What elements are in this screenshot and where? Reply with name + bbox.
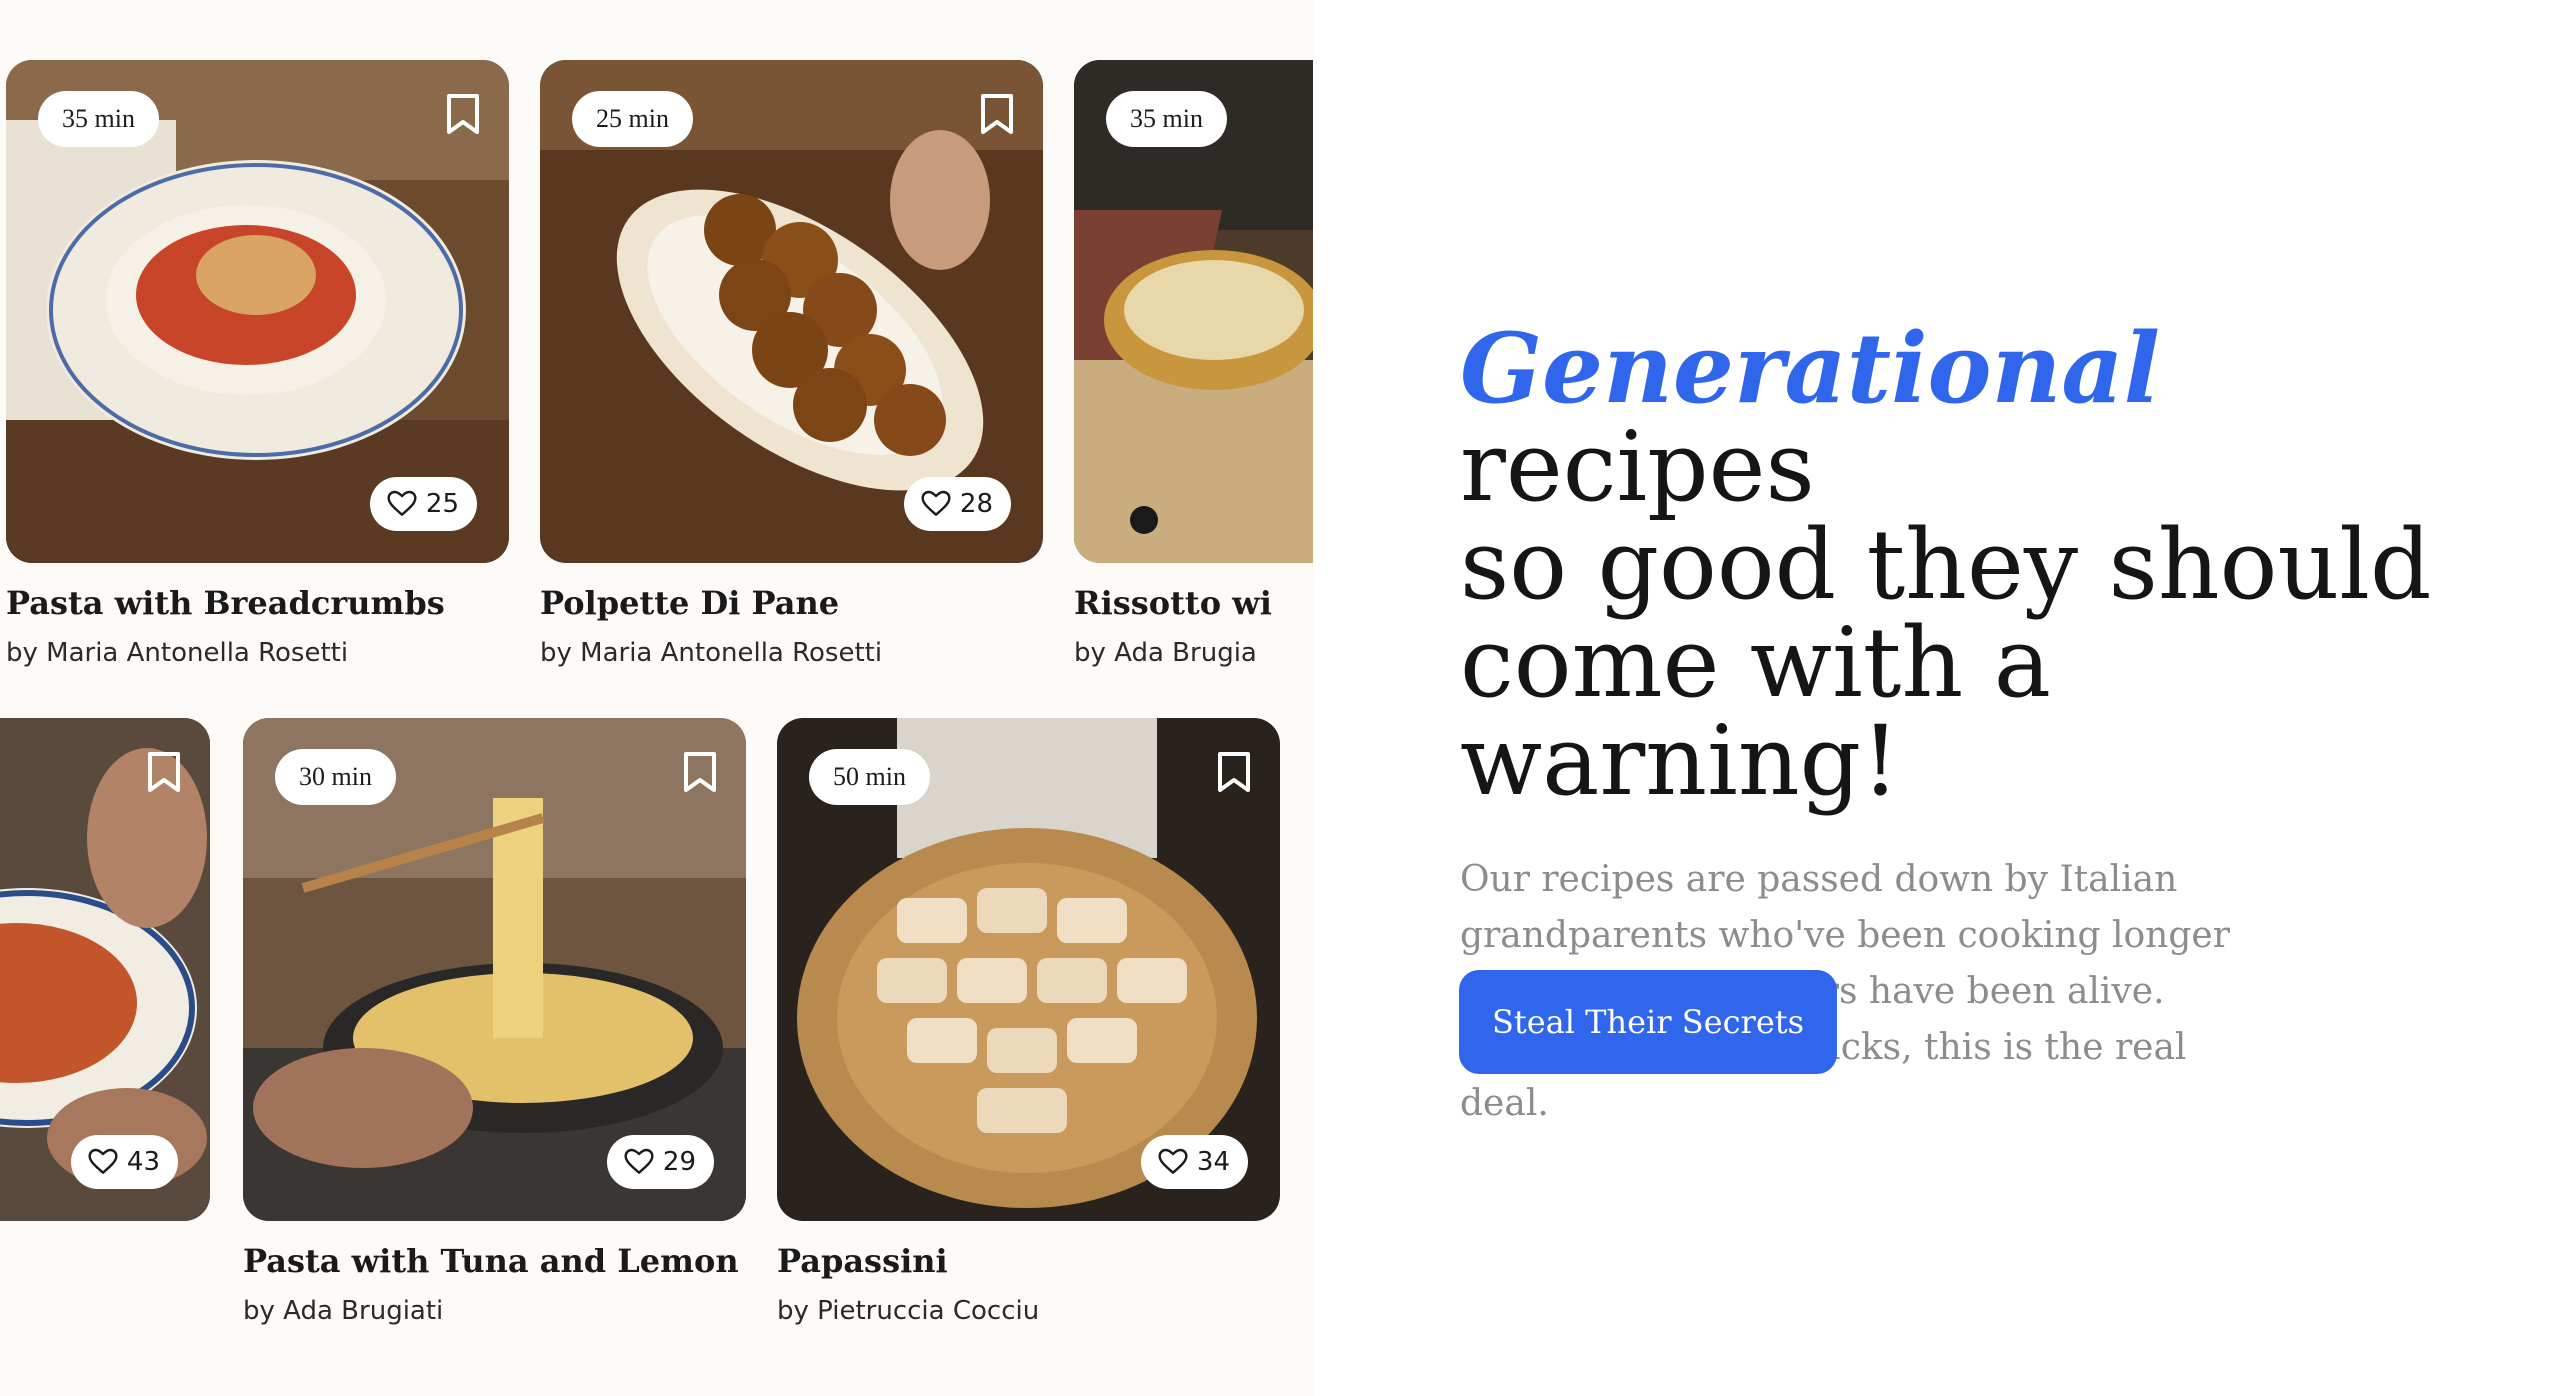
likes-count: 29 xyxy=(662,1147,696,1177)
hero-headline: Generational recipes so good they should… xyxy=(1460,320,2460,811)
likes-count: 43 xyxy=(126,1147,160,1177)
recipe-author: by Ada Brugia xyxy=(1074,638,1257,668)
likes-button[interactable]: 28 xyxy=(903,477,1011,531)
recipe-title[interactable]: Pasta with Breadcrumbs xyxy=(6,584,445,622)
cook-time-badge: 25 min xyxy=(572,91,693,147)
recipe-title[interactable]: Polpette Di Pane xyxy=(540,584,839,622)
heart-icon xyxy=(921,490,951,516)
recipe-photo[interactable]: 50 min 34 xyxy=(777,718,1280,1221)
recipe-card[interactable]: 35 min Rissotto wi by Ada Brugia xyxy=(1074,60,1313,668)
bookmark-icon[interactable] xyxy=(1214,748,1254,796)
heart-icon xyxy=(624,1148,654,1174)
bookmark-icon[interactable] xyxy=(144,748,184,796)
cook-time-badge: 35 min xyxy=(38,91,159,147)
recipe-title[interactable]: Papassini xyxy=(777,1242,948,1280)
heart-icon xyxy=(88,1148,118,1174)
recipe-photo[interactable]: 30 min 29 xyxy=(243,718,746,1221)
recipe-author: by Maria Antonella Rosetti xyxy=(540,638,883,668)
headline-line3: come with a warning! xyxy=(1460,607,2051,817)
cook-time-badge: 35 min xyxy=(1106,91,1227,147)
recipe-title[interactable]: Pasta with Tuna and Lemon xyxy=(243,1242,739,1280)
steal-secrets-button[interactable]: Steal Their Secrets xyxy=(1459,970,1837,1074)
recipe-photo[interactable]: 35 min xyxy=(1074,60,1313,563)
recipe-card[interactable]: 35 min 25 Pasta with Breadcrumbs by Mari… xyxy=(6,60,509,668)
likes-count: 25 xyxy=(425,489,459,519)
recipe-photo[interactable]: 25 min 28 xyxy=(540,60,1043,563)
recipe-card[interactable]: 43 ciana xyxy=(0,718,210,1221)
recipe-gallery: 35 min 25 Pasta with Breadcrumbs by Mari… xyxy=(0,0,1313,1396)
recipe-author: by Pietruccia Cocciu xyxy=(777,1296,1040,1326)
cook-time-badge: 50 min xyxy=(809,749,930,805)
recipe-photo[interactable]: 35 min 25 xyxy=(6,60,509,563)
heart-icon xyxy=(387,490,417,516)
likes-count: 28 xyxy=(959,489,993,519)
recipe-photo[interactable]: 43 xyxy=(0,718,210,1221)
bookmark-icon[interactable] xyxy=(977,90,1017,138)
recipe-card[interactable]: 50 min 34 Papassini by Pietruccia Cocciu xyxy=(777,718,1280,1326)
likes-button[interactable]: 43 xyxy=(70,1135,178,1189)
recipe-title[interactable]: Rissotto wi xyxy=(1074,584,1272,622)
recipe-author: by Maria Antonella Rosetti xyxy=(6,638,349,668)
likes-button[interactable]: 29 xyxy=(606,1135,714,1189)
likes-button[interactable]: 34 xyxy=(1140,1135,1248,1189)
headline-accent: Generational xyxy=(1460,312,2161,425)
recipe-author: by Ada Brugiati xyxy=(243,1296,444,1326)
headline-line1-rest: recipes xyxy=(1460,411,1815,523)
recipe-card[interactable]: 30 min 29 Pasta with Tuna and Lemon by A… xyxy=(243,718,746,1326)
likes-button[interactable]: 25 xyxy=(369,477,477,531)
cook-time-badge: 30 min xyxy=(275,749,396,805)
heart-icon xyxy=(1158,1148,1188,1174)
bookmark-icon[interactable] xyxy=(680,748,720,796)
headline-line2: so good they should xyxy=(1460,509,2432,621)
recipe-card[interactable]: 25 min 28 Polpette Di Pane by Maria Anto… xyxy=(540,60,1043,668)
bookmark-icon[interactable] xyxy=(443,90,483,138)
likes-count: 34 xyxy=(1196,1147,1230,1177)
